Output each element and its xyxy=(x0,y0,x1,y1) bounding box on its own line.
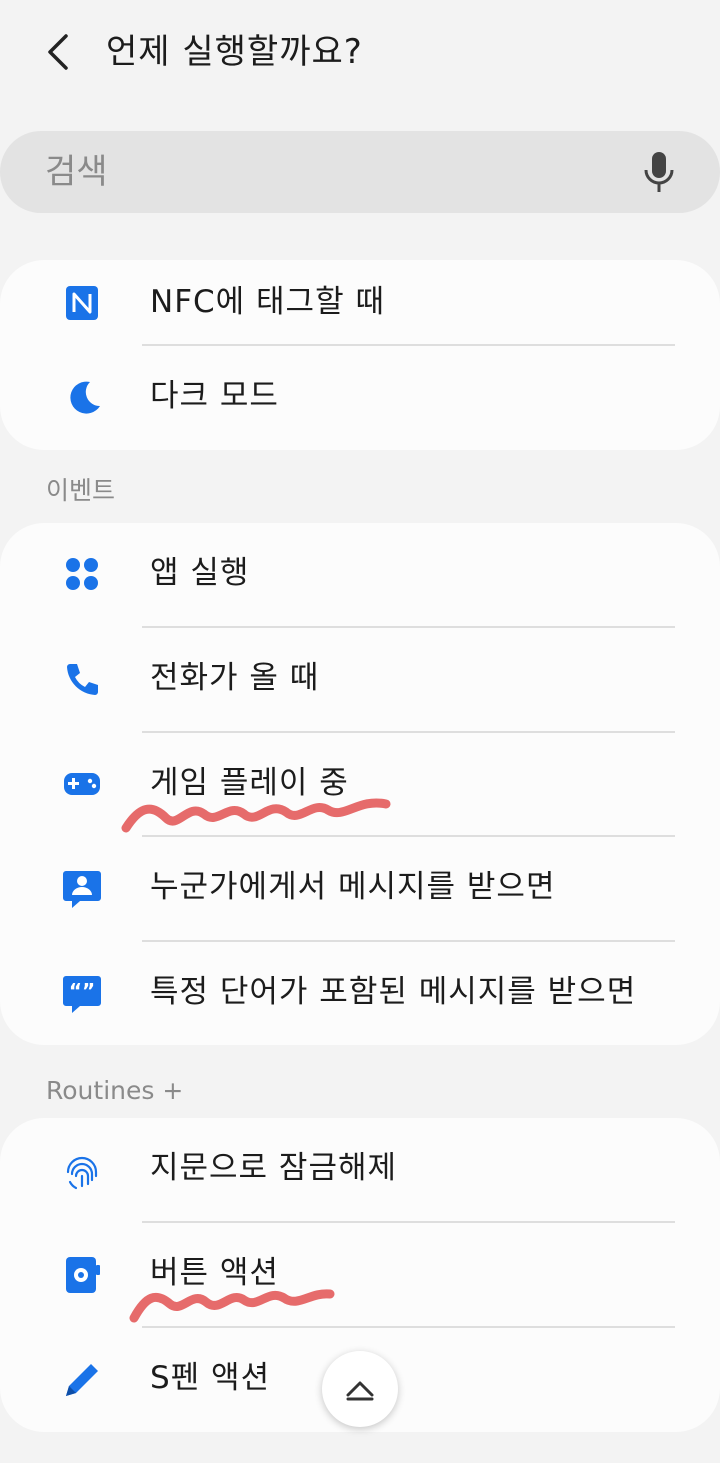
search-placeholder[interactable]: 검색 xyxy=(45,149,108,195)
list-item-button-action[interactable]: 버튼 액션 xyxy=(0,1223,720,1327)
scroll-to-top-button[interactable] xyxy=(322,1351,398,1427)
page-title: 언제 실행할까요? xyxy=(106,32,363,72)
button-gear-icon xyxy=(66,1257,100,1293)
scribble-annotation xyxy=(121,798,391,833)
microphone-icon[interactable] xyxy=(642,150,676,194)
quote-message-icon: “” xyxy=(63,976,101,1013)
gamepad-icon xyxy=(64,773,100,795)
section-header-routines-plus: Routines + xyxy=(46,1076,184,1105)
svg-text:“”: “” xyxy=(69,979,95,1003)
list-item-nfc[interactable]: NFC에 태그할 때 xyxy=(0,252,720,356)
conditions-card: NFC에 태그할 때 다크 모드 xyxy=(0,260,720,450)
list-item-label: 다크 모드 xyxy=(150,378,279,414)
list-item-fingerprint-unlock[interactable]: 지문으로 잠금해제 xyxy=(0,1118,720,1222)
list-item-message-with-keyword[interactable]: “” 특정 단어가 포함된 메시지를 받으면 xyxy=(0,942,720,1046)
person-message-icon xyxy=(63,871,101,908)
list-item-label: 특정 단어가 포함된 메시지를 받으면 xyxy=(150,974,637,1010)
apps-icon xyxy=(66,558,98,590)
chevron-up-icon xyxy=(346,1381,374,1401)
list-item-label: S펜 액션 xyxy=(150,1360,271,1396)
section-header-events: 이벤트 xyxy=(46,476,116,505)
moon-icon xyxy=(70,381,100,414)
app-header: 언제 실행할까요? xyxy=(0,0,720,110)
list-item-dark-mode[interactable]: 다크 모드 xyxy=(0,346,720,450)
fingerprint-icon xyxy=(66,1156,98,1190)
scribble-annotation xyxy=(129,1289,335,1323)
events-card: 앱 실행 전화가 올 때 게임 플레이 중 누군가에게서 메시지를 받으면 “” xyxy=(0,523,720,1045)
list-item-message-from-someone[interactable]: 누군가에게서 메시지를 받으면 xyxy=(0,837,720,941)
list-item-label: 누군가에게서 메시지를 받으면 xyxy=(150,869,556,905)
pen-icon xyxy=(66,1364,98,1396)
list-item-label: 지문으로 잠금해제 xyxy=(150,1150,398,1186)
list-item-app-launch[interactable]: 앱 실행 xyxy=(0,523,720,627)
phone-icon xyxy=(67,664,98,695)
list-item-label: 전화가 올 때 xyxy=(150,660,320,696)
list-item-label: 앱 실행 xyxy=(150,555,250,591)
list-item-label: NFC에 태그할 때 xyxy=(150,284,385,320)
search-bar[interactable]: 검색 xyxy=(0,131,720,213)
nfc-icon xyxy=(66,286,98,320)
list-item-incoming-call[interactable]: 전화가 올 때 xyxy=(0,628,720,732)
back-arrow-icon[interactable] xyxy=(40,30,80,74)
